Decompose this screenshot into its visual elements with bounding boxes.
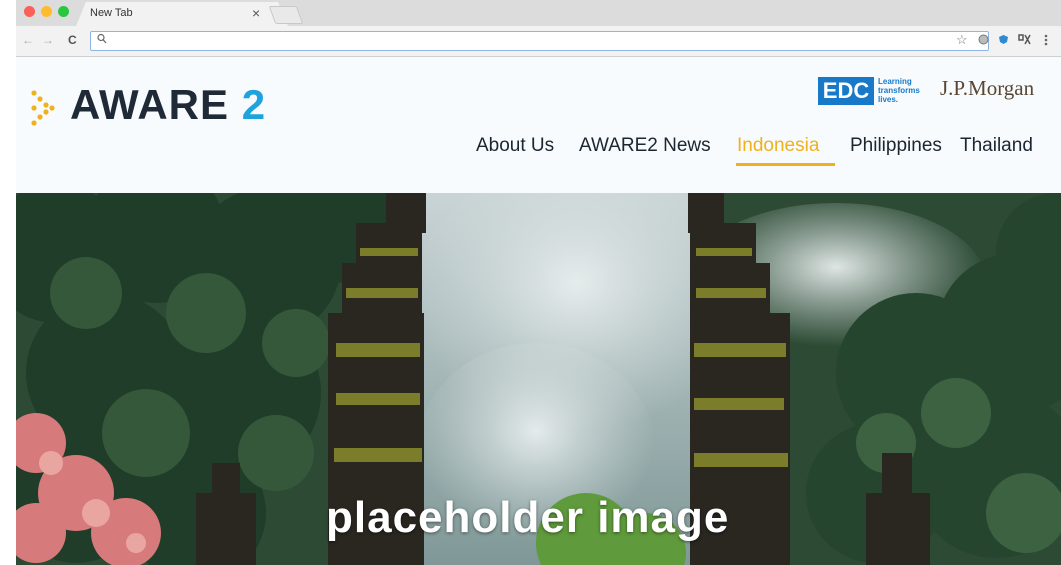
logo-text: AWARE 2 xyxy=(70,81,266,129)
nav-thailand[interactable]: Thailand xyxy=(960,135,1033,157)
edc-tagline-line: transforms xyxy=(878,86,920,95)
close-window-button[interactable] xyxy=(24,6,35,17)
search-icon xyxy=(97,33,107,44)
forward-button[interactable]: → xyxy=(42,33,54,47)
jpmorgan-partner-logo[interactable]: J.P.Morgan xyxy=(940,76,1034,101)
edc-wordmark: EDC xyxy=(818,77,874,105)
menu-icon[interactable] xyxy=(1044,34,1048,46)
tab-title: New Tab xyxy=(90,7,133,19)
address-bar[interactable] xyxy=(90,31,989,51)
back-button[interactable]: ← xyxy=(22,33,34,47)
extension-globe-icon[interactable] xyxy=(978,34,989,45)
dotted-chevron-icon xyxy=(31,90,55,126)
edc-partner-logo[interactable]: EDC Learning transforms lives. xyxy=(818,77,934,107)
extension-shield-icon[interactable] xyxy=(998,34,1009,45)
nav-about-us[interactable]: About Us xyxy=(476,135,554,157)
bookmark-star-icon[interactable]: ☆ xyxy=(956,32,968,48)
browser-toolbar: ← → C ☆ xyxy=(16,26,1061,57)
reload-button[interactable]: C xyxy=(68,33,77,47)
maximize-window-button[interactable] xyxy=(58,6,69,17)
active-nav-underline xyxy=(736,163,835,166)
browser-tab[interactable]: New Tab × xyxy=(76,2,288,26)
website-page: AWARE 2 EDC Learning transforms lives. J… xyxy=(16,57,1061,565)
tab-close-icon[interactable]: × xyxy=(252,5,260,21)
hero-image: placeholder image xyxy=(16,193,1061,565)
nav-philippines[interactable]: Philippines xyxy=(850,135,942,157)
nav-indonesia[interactable]: Indonesia xyxy=(737,135,819,157)
new-tab-button[interactable] xyxy=(268,6,304,24)
nav-aware2-news[interactable]: AWARE2 News xyxy=(579,135,711,157)
edc-tagline-line: lives. xyxy=(878,95,899,104)
logo-number: 2 xyxy=(241,81,267,128)
minimize-window-button[interactable] xyxy=(41,6,52,17)
edc-tagline-line: Learning xyxy=(878,77,912,86)
logo-word: AWARE xyxy=(70,81,230,128)
extension-ux-icon[interactable] xyxy=(1018,34,1031,45)
edc-tagline: Learning transforms lives. xyxy=(878,77,934,104)
browser-window-chrome: New Tab × ← → C ☆ xyxy=(16,0,1061,57)
tab-strip: New Tab × xyxy=(16,0,1061,26)
hero-caption: placeholder image xyxy=(326,493,730,542)
